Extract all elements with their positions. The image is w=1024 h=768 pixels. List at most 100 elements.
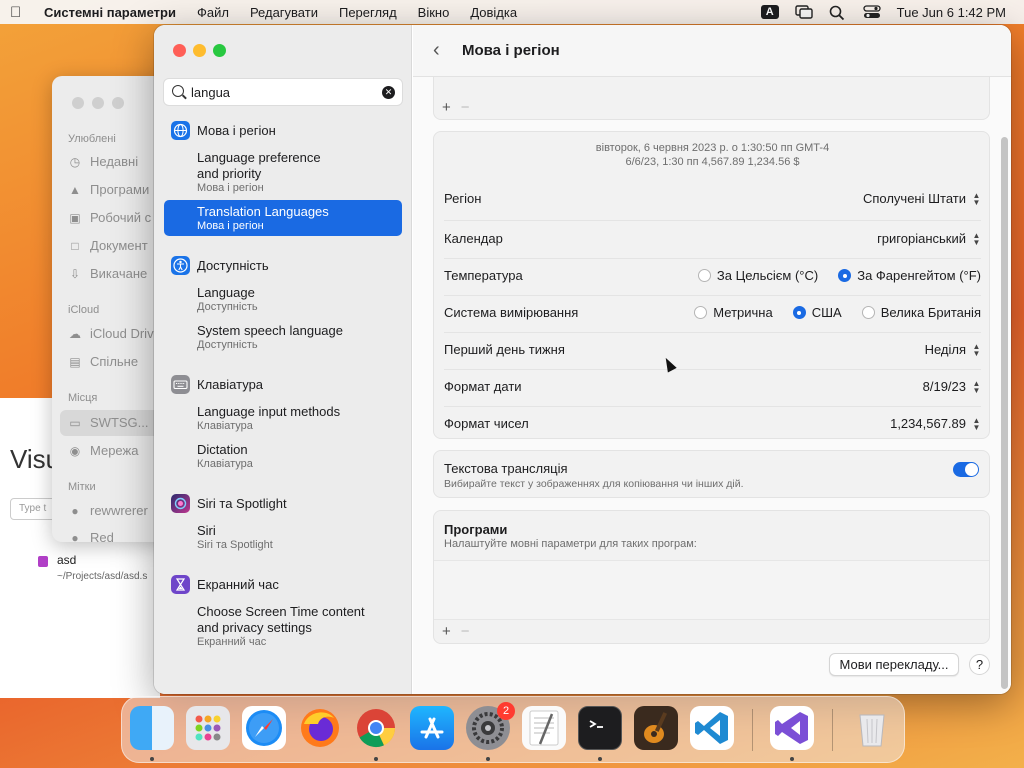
- spotlight-search-icon[interactable]: [829, 5, 847, 21]
- menu-edit[interactable]: Редагувати: [250, 5, 318, 20]
- finder-tag-red[interactable]: ● Red: [68, 530, 113, 543]
- project-file-name[interactable]: asd: [57, 553, 76, 567]
- sidebar-category-siri-spotlight[interactable]: Siri та Spotlight: [171, 494, 287, 513]
- menu-window[interactable]: Вікно: [418, 5, 450, 20]
- format-preview-line1: вівторок, 6 червня 2023 р. о 1:30:50 пп …: [595, 142, 830, 154]
- date-format-label: Формат дати: [444, 379, 522, 394]
- menu-view[interactable]: Перегляд: [339, 5, 397, 20]
- search-result-system-speech-language[interactable]: System speech language Доступність: [197, 323, 402, 352]
- finder-item-downloads[interactable]: ⇩ Викачане: [68, 266, 147, 281]
- input-source-icon[interactable]: A: [760, 5, 779, 19]
- finder-tag-rewwrerer[interactable]: ● rewwrerer: [68, 503, 147, 518]
- translation-languages-button[interactable]: Мови перекладу...: [829, 653, 959, 676]
- search-icon: [172, 85, 184, 97]
- vscode-app-icon[interactable]: [690, 706, 734, 750]
- settings-search-field[interactable]: langua ✕: [163, 78, 403, 106]
- main-scrollbar[interactable]: [1001, 137, 1008, 689]
- finder-item-applications[interactable]: ▲ Програми: [68, 182, 149, 197]
- search-input[interactable]: langua: [191, 85, 230, 100]
- search-result-siri[interactable]: Siri Siri та Spotlight: [197, 523, 402, 552]
- safari-app-icon[interactable]: [242, 706, 286, 750]
- menu-help[interactable]: Довідка: [470, 5, 517, 20]
- finder-app-icon[interactable]: [130, 706, 174, 750]
- clock-icon: ◷: [69, 154, 81, 169]
- search-result-screen-time-content[interactable]: Choose Screen Time content and privacy s…: [197, 604, 402, 649]
- document-icon: □: [71, 238, 79, 253]
- sidebar-category-keyboard[interactable]: Клавіатура: [171, 375, 263, 394]
- finder-item-shared[interactable]: ▤ Спільне: [68, 354, 138, 369]
- clear-search-icon[interactable]: ✕: [382, 86, 395, 99]
- launchpad-app-icon[interactable]: [186, 706, 230, 750]
- finder-item-disk[interactable]: ▭ SWTSG...: [68, 415, 148, 430]
- number-format-row: Формат чисел 1,234,567.89 ▲ ▼: [444, 414, 981, 434]
- search-result-language[interactable]: Language Доступність: [197, 285, 402, 314]
- finder-item-recents[interactable]: ◷ Недавні: [68, 154, 138, 169]
- network-icon: ◉: [69, 443, 81, 458]
- number-format-popup[interactable]: 1,234,567.89 ▲ ▼: [890, 416, 981, 431]
- globe-icon: [171, 121, 190, 140]
- region-popup[interactable]: Сполучені Штати ▲ ▼: [863, 191, 981, 206]
- trash-icon[interactable]: [850, 706, 894, 750]
- terminal-app-icon[interactable]: [578, 706, 622, 750]
- search-result-language-input-methods[interactable]: Language input methods Клавіатура: [197, 404, 402, 433]
- garageband-app-icon[interactable]: [634, 706, 678, 750]
- live-text-title: Текстова трансляція: [444, 461, 568, 476]
- download-icon: ⇩: [69, 266, 81, 281]
- search-result-dictation[interactable]: Dictation Клавіатура: [197, 442, 402, 471]
- temperature-label: Температура: [444, 268, 523, 283]
- finder-item-icloud-drive[interactable]: ☁ iCloud Driv: [68, 326, 154, 341]
- disk-icon: ▭: [69, 415, 81, 430]
- page-title: Мова і регіон: [462, 42, 560, 59]
- search-result-translation-languages[interactable]: Translation Languages Мова і регіон: [197, 204, 402, 233]
- temperature-fahrenheit-radio[interactable]: За Фаренгейтом (°F): [838, 268, 981, 283]
- finder-tags-header: Мітки: [68, 481, 96, 493]
- close-window-button[interactable]: [173, 44, 186, 57]
- system-settings-badge: 2: [497, 702, 515, 720]
- help-button[interactable]: ?: [969, 654, 990, 675]
- live-text-toggle[interactable]: [953, 462, 979, 477]
- sidebar-category-language-region[interactable]: Мова і регіон: [171, 121, 276, 140]
- sidebar-category-accessibility[interactable]: Доступність: [171, 256, 269, 275]
- minimize-window-button[interactable]: [193, 44, 206, 57]
- apple-menu-icon[interactable]: : [10, 4, 30, 21]
- menu-file[interactable]: Файл: [197, 5, 229, 20]
- tag-dot-icon: ●: [71, 530, 79, 543]
- finder-item-documents[interactable]: □ Документ: [68, 238, 147, 253]
- first-day-label: Перший день тижня: [444, 342, 565, 357]
- updown-chevron-icon: ▲ ▼: [972, 415, 981, 432]
- calendar-popup[interactable]: григоріанський ▲ ▼: [877, 231, 981, 246]
- project-file-icon: [38, 556, 48, 567]
- date-format-popup[interactable]: 8/19/23 ▲ ▼: [923, 379, 981, 394]
- finder-item-network[interactable]: ◉ Мережа: [68, 443, 139, 458]
- textedit-app-icon[interactable]: [522, 706, 566, 750]
- chrome-app-icon[interactable]: [354, 706, 398, 750]
- menu-clock[interactable]: Tue Jun 6 1:42 PM: [897, 5, 1006, 20]
- measurement-row: Система вимірювання Метрична США Велика …: [444, 303, 981, 323]
- sidebar-category-screen-time[interactable]: Екранний час: [171, 575, 279, 594]
- measurement-metric-radio[interactable]: Метрична: [694, 305, 773, 320]
- menu-app-name[interactable]: Системні параметри: [44, 5, 176, 20]
- remove-language-button[interactable]: −: [461, 99, 470, 116]
- add-language-button[interactable]: +: [442, 99, 451, 116]
- applications-list: [434, 560, 989, 620]
- temperature-celsius-radio[interactable]: За Цельсієм (°C): [697, 268, 818, 283]
- visual-studio-app-icon[interactable]: [770, 706, 814, 750]
- zoom-window-button[interactable]: [213, 44, 226, 57]
- first-day-popup[interactable]: Неділя ▲ ▼: [925, 342, 981, 357]
- measurement-uk-radio[interactable]: Велика Британія: [861, 305, 981, 320]
- firefox-app-icon[interactable]: [298, 706, 342, 750]
- remove-application-button[interactable]: −: [461, 623, 470, 640]
- control-center-icon[interactable]: [862, 5, 881, 19]
- screen-mirroring-icon[interactable]: [794, 5, 813, 19]
- temperature-row: Температура За Цельсієм (°C) За Фаренгей…: [444, 266, 981, 286]
- add-application-button[interactable]: +: [442, 623, 451, 640]
- number-format-label: Формат чисел: [444, 416, 529, 431]
- region-label: Регіон: [444, 191, 482, 206]
- measurement-us-radio[interactable]: США: [792, 305, 842, 320]
- measurement-label: Система вимірювання: [444, 305, 579, 320]
- back-chevron-icon[interactable]: ‹: [433, 39, 440, 62]
- search-result-language-preference[interactable]: Language preference and priority Мова і …: [197, 150, 402, 195]
- region-row: Регіон Сполучені Штати ▲ ▼: [444, 189, 981, 209]
- app-store-app-icon[interactable]: [410, 706, 454, 750]
- finder-item-desktop[interactable]: ▣ Робочий с: [68, 210, 151, 225]
